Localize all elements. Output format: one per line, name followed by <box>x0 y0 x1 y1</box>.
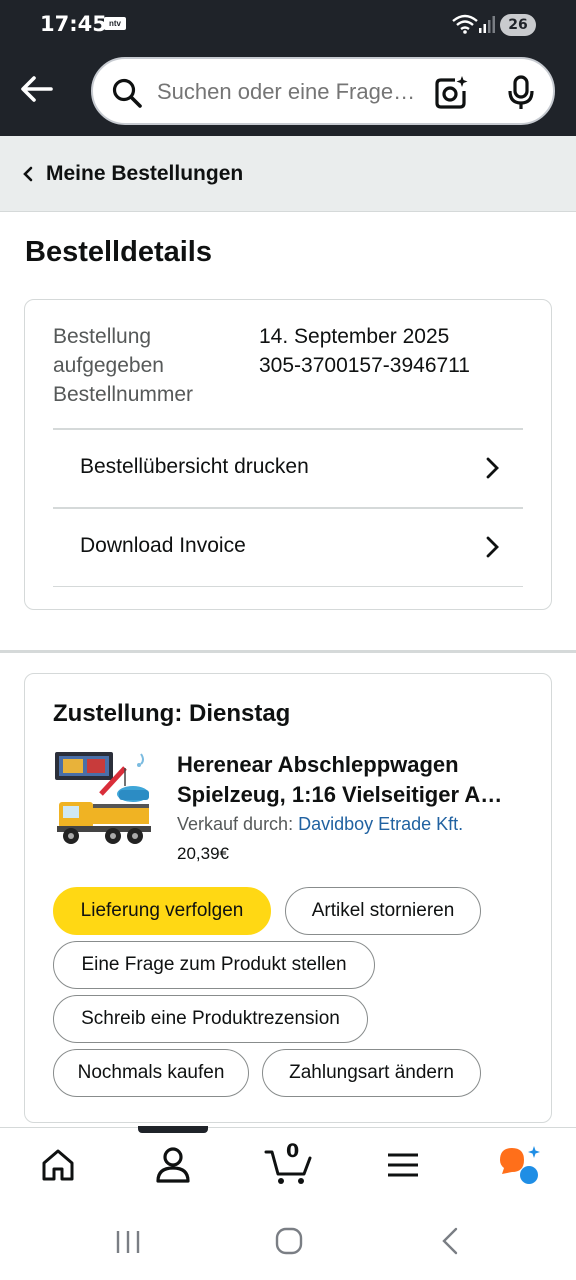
chevron-left-icon <box>23 166 33 182</box>
microphone-icon[interactable] <box>505 75 537 111</box>
product-title-line2: Spielzeug, 1:16 Vielseitiger A… <box>177 782 503 807</box>
buy-again-button[interactable]: Nochmals kaufen <box>53 1049 249 1097</box>
write-review-button[interactable]: Schreib eine Produktrezension <box>53 995 368 1043</box>
ask-product-question-button[interactable]: Eine Frage zum Produkt stellen <box>53 941 375 989</box>
app-header <box>0 50 576 136</box>
battery-indicator: 26 <box>500 14 536 36</box>
system-nav-bar <box>0 1203 576 1280</box>
home-button-icon[interactable] <box>275 1227 303 1255</box>
download-invoice-link[interactable]: Download Invoice <box>25 509 551 587</box>
chevron-right-icon <box>486 536 499 558</box>
seller-line: Verkauf durch: Davidboy Etrade Kft. <box>177 814 463 835</box>
section-separator <box>0 650 576 653</box>
print-order-summary-label: Bestellübersicht drucken <box>80 455 309 478</box>
search-bar[interactable] <box>91 57 555 125</box>
cancel-item-button[interactable]: Artikel stornieren <box>285 887 481 935</box>
bottom-nav: 0 <box>0 1126 576 1203</box>
seller-link[interactable]: Davidboy Etrade Kft. <box>298 814 463 834</box>
cart-button[interactable]: 0 <box>264 1140 312 1186</box>
cart-count: 0 <box>286 1140 300 1162</box>
back-arrow-icon[interactable] <box>18 73 58 105</box>
wifi-icon <box>452 14 478 34</box>
product-title-line1: Herenear Abschleppwagen <box>177 752 459 777</box>
system-back-icon[interactable] <box>440 1227 460 1255</box>
chevron-right-icon <box>486 457 499 479</box>
status-time: 17:45 <box>40 12 107 36</box>
order-number-label: Bestellnummer <box>53 383 194 406</box>
order-placed-label-line1: Bestellung <box>53 325 152 348</box>
status-bar: 17:45 ntv 26 <box>0 0 576 50</box>
order-placed-date: 14. September 2025 <box>259 325 450 348</box>
product-title[interactable]: Herenear Abschleppwagen Spielzeug, 1:16 … <box>177 750 527 810</box>
change-payment-button[interactable]: Zahlungsart ändern <box>262 1049 481 1097</box>
product-price: 20,39€ <box>177 844 229 863</box>
print-order-summary-link[interactable]: Bestellübersicht drucken <box>25 430 551 508</box>
download-invoice-label: Download Invoice <box>80 534 246 557</box>
page-title: Bestelldetails <box>25 236 212 268</box>
account-icon[interactable] <box>154 1146 192 1184</box>
product-image[interactable] <box>53 746 153 850</box>
seller-prefix: Verkauf durch: <box>177 814 294 834</box>
order-values: 14. September 2025 305-3700157-3946711 <box>259 322 470 380</box>
home-icon[interactable] <box>40 1148 76 1182</box>
delivery-title: Zustellung: Dienstag <box>53 700 291 727</box>
delivery-card: Zustellung: Dienstag Herenear Abschleppw… <box>24 673 552 1123</box>
active-tab-indicator <box>138 1126 208 1133</box>
order-number: 305-3700157-3946711 <box>259 354 470 377</box>
search-icon <box>112 78 142 108</box>
order-labels: Bestellung aufgegeben Bestellnummer <box>53 322 193 409</box>
signal-icon <box>479 16 495 33</box>
camera-lens-icon[interactable] <box>433 75 469 111</box>
breadcrumb[interactable]: Meine Bestellungen <box>0 136 576 212</box>
ntv-app-icon: ntv <box>104 17 126 30</box>
divider <box>53 586 523 587</box>
rufus-ai-icon[interactable] <box>496 1144 542 1186</box>
order-placed-label-line2: aufgegeben <box>53 354 164 377</box>
recent-apps-icon[interactable] <box>114 1229 142 1255</box>
breadcrumb-label: Meine Bestellungen <box>46 162 244 185</box>
menu-icon[interactable] <box>386 1152 420 1178</box>
order-details-card: Bestellung aufgegeben Bestellnummer 14. … <box>24 299 552 610</box>
search-input[interactable] <box>157 79 419 105</box>
track-delivery-button[interactable]: Lieferung verfolgen <box>53 887 271 935</box>
